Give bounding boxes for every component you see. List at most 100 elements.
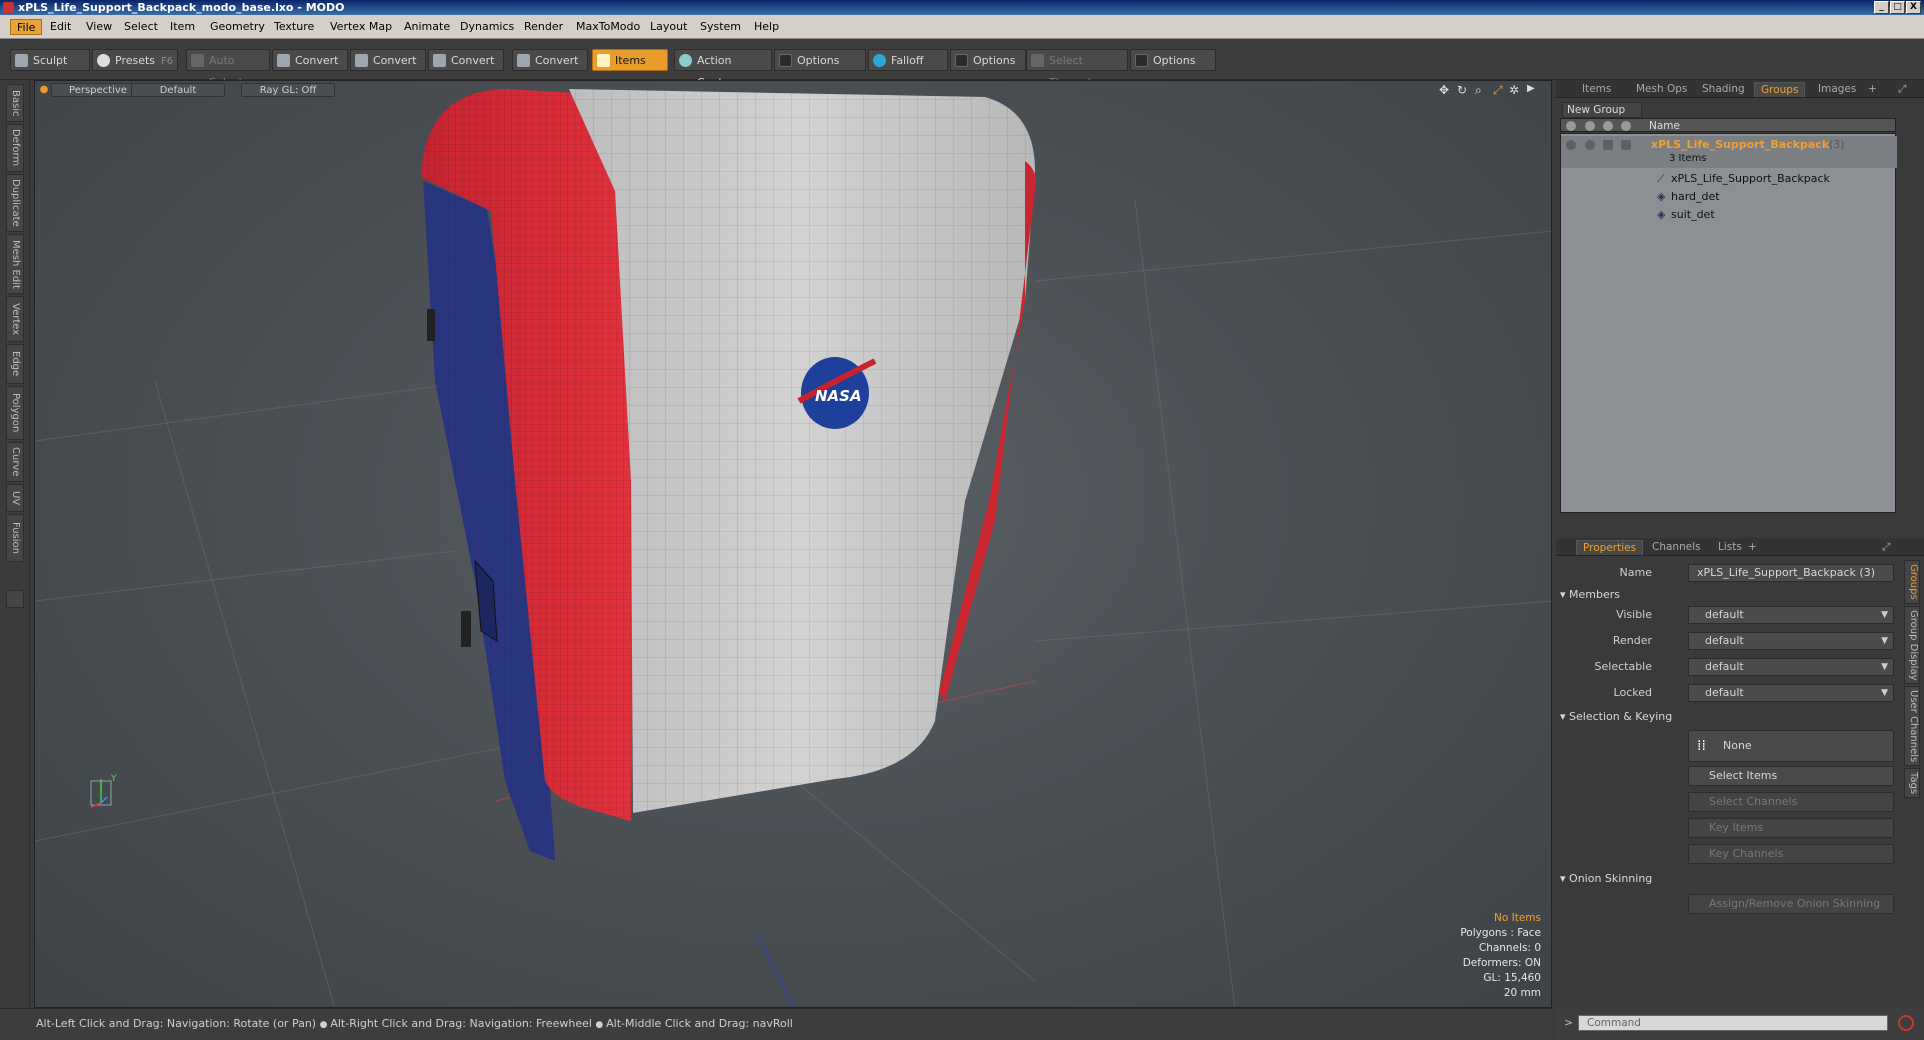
scene-render: NASA Y xyxy=(35,89,1551,1007)
name-field[interactable]: xPLS_Life_Support_Backpack (3) xyxy=(1688,564,1894,582)
onion-skinning-section-header[interactable]: ▾ Onion Skinning xyxy=(1560,872,1652,885)
members-section-label: Members xyxy=(1569,588,1621,601)
menu-dynamics[interactable]: Dynamics xyxy=(454,19,520,35)
lock-toggle-icon[interactable] xyxy=(1621,140,1631,150)
selectable-dropdown[interactable]: default ▼ xyxy=(1688,658,1894,676)
group-child-row[interactable]: ⟋ xPLS_Life_Support_Backpack xyxy=(1561,170,1897,188)
falloff-options-button[interactable]: Options xyxy=(950,49,1026,71)
tab-deform[interactable]: Deform xyxy=(6,124,24,172)
key-items-button[interactable]: Key Items xyxy=(1688,818,1894,838)
tab-basic[interactable]: Basic xyxy=(6,84,24,122)
key-channels-button[interactable]: Key Channels xyxy=(1688,844,1894,864)
side-tab-groups[interactable]: Groups xyxy=(1904,560,1920,604)
menu-help[interactable]: Help xyxy=(748,19,785,35)
menu-geometry[interactable]: Geometry xyxy=(204,19,271,35)
tab-mesh-ops[interactable]: Mesh Ops xyxy=(1630,82,1693,97)
action-center-options-button[interactable]: Options xyxy=(774,49,866,71)
render-dropdown[interactable]: default ▼ xyxy=(1688,632,1894,650)
select-toggle-icon[interactable] xyxy=(1603,140,1613,150)
side-tab-user-channels[interactable]: User Channels xyxy=(1904,686,1920,766)
convert-edge-button[interactable]: Convert xyxy=(350,49,426,71)
convert-item-button[interactable]: Convert xyxy=(512,49,588,71)
select-items-button[interactable]: Select Items xyxy=(1688,766,1894,786)
3d-viewport[interactable]: ● Perspective Default Ray GL: Off ✥ ↻ ⌕ … xyxy=(34,80,1552,1008)
group-child-row[interactable]: ◈ hard_det xyxy=(1561,188,1897,206)
tab-channels[interactable]: Channels xyxy=(1646,540,1707,555)
status-hint-rotate: Alt-Left Click and Drag: Navigation: Rot… xyxy=(36,1017,317,1030)
group-row-backpack[interactable]: xPLS_Life_Support_Backpack (3) 3 Items xyxy=(1561,136,1897,168)
render-toggle-icon[interactable] xyxy=(1585,140,1595,150)
tab-expand[interactable] xyxy=(6,590,24,608)
action-center-button[interactable]: Action Center xyxy=(674,49,772,89)
command-input[interactable]: Command xyxy=(1578,1015,1888,1031)
convert-vertex-button[interactable]: Convert xyxy=(272,49,348,71)
lock-column-icon[interactable] xyxy=(1621,121,1631,131)
menu-view[interactable]: View xyxy=(80,19,118,35)
locked-dropdown[interactable]: default ▼ xyxy=(1688,684,1894,702)
visibility-toggle-icon[interactable] xyxy=(1566,140,1576,150)
select-through-options-button[interactable]: Options xyxy=(1130,49,1216,71)
presets-button[interactable]: Presets F6 xyxy=(92,49,178,71)
menu-edit[interactable]: Edit xyxy=(44,19,77,35)
close-button[interactable]: X xyxy=(1906,1,1921,14)
tab-uv[interactable]: UV xyxy=(6,484,24,512)
selectable-label: Selectable xyxy=(1594,660,1652,673)
tab-items[interactable]: Items xyxy=(1576,82,1617,97)
render-value: default xyxy=(1705,634,1744,647)
sculpt-button[interactable]: Sculpt xyxy=(10,49,90,71)
side-tab-tags[interactable]: Tags xyxy=(1904,768,1920,798)
menu-file[interactable]: File xyxy=(10,19,43,35)
tab-curve[interactable]: Curve xyxy=(6,442,24,482)
main-toolbar: Sculpt Presets F6 Auto Select Convert Con… xyxy=(0,40,1924,89)
tab-edge[interactable]: Edge xyxy=(6,344,24,384)
visibility-column-icon[interactable] xyxy=(1566,121,1576,131)
group-child-row[interactable]: ◈ suit_det xyxy=(1561,206,1897,224)
members-section-header[interactable]: ▾ Members xyxy=(1560,588,1620,601)
menu-maxtomodo[interactable]: MaxToModo xyxy=(570,19,646,35)
maximize-panel-icon[interactable]: ⤢ xyxy=(1892,82,1912,97)
tab-fusion[interactable]: Fusion xyxy=(6,514,24,562)
onion-skinning-button[interactable]: Assign/Remove Onion Skinning xyxy=(1688,894,1894,914)
tab-duplicate[interactable]: Duplicate xyxy=(6,174,24,232)
tab-mesh-edit[interactable]: Mesh Edit xyxy=(6,234,24,294)
minimize-button[interactable]: _ xyxy=(1874,1,1889,14)
items-mode-button[interactable]: Items xyxy=(592,49,668,71)
tab-shading[interactable]: Shading xyxy=(1696,82,1751,97)
menu-texture[interactable]: Texture xyxy=(268,19,320,35)
new-group-button[interactable]: New Group xyxy=(1562,102,1642,118)
select-through-button[interactable]: Select Through xyxy=(1026,49,1128,89)
tab-properties[interactable]: Properties xyxy=(1576,540,1644,555)
options-label: Options xyxy=(973,54,1016,67)
maximize-panel-icon[interactable]: ⤢ xyxy=(1876,540,1896,555)
falloff-button[interactable]: Falloff xyxy=(868,49,948,71)
menu-animate[interactable]: Animate xyxy=(398,19,456,35)
record-icon[interactable] xyxy=(1898,1015,1914,1031)
item-icon xyxy=(517,54,530,67)
selectable-value: default xyxy=(1705,660,1744,673)
menu-item[interactable]: Item xyxy=(164,19,201,35)
selection-keying-section-header[interactable]: ▾ Selection & Keying xyxy=(1560,710,1672,723)
keying-none-button[interactable]: ⁞⁞ None xyxy=(1688,730,1894,762)
menu-vertex-map[interactable]: Vertex Map xyxy=(324,19,398,35)
render-column-icon[interactable] xyxy=(1585,121,1595,131)
add-tab-icon[interactable]: + xyxy=(1862,82,1883,97)
selection-keying-label: Selection & Keying xyxy=(1569,710,1673,723)
auto-select-button[interactable]: Auto Select xyxy=(186,49,270,89)
tab-groups[interactable]: Groups xyxy=(1754,82,1806,97)
tab-polygon[interactable]: Polygon xyxy=(6,386,24,440)
visible-label: Visible xyxy=(1616,608,1652,621)
menu-select[interactable]: Select xyxy=(118,19,164,35)
menu-layout[interactable]: Layout xyxy=(644,19,693,35)
add-tab-icon[interactable]: + xyxy=(1742,540,1763,555)
menu-system[interactable]: System xyxy=(694,19,747,35)
y-axis-label: Y xyxy=(110,774,117,784)
maximize-button[interactable]: □ xyxy=(1890,1,1905,14)
side-tab-group-display[interactable]: Group Display xyxy=(1904,606,1920,684)
menu-render[interactable]: Render xyxy=(518,19,569,35)
visible-dropdown[interactable]: default ▼ xyxy=(1688,606,1894,624)
tab-images[interactable]: Images xyxy=(1812,82,1862,97)
select-column-icon[interactable] xyxy=(1603,121,1613,131)
tab-vertex[interactable]: Vertex xyxy=(6,296,24,342)
select-channels-button[interactable]: Select Channels xyxy=(1688,792,1894,812)
convert-polygon-button[interactable]: Convert xyxy=(428,49,504,71)
